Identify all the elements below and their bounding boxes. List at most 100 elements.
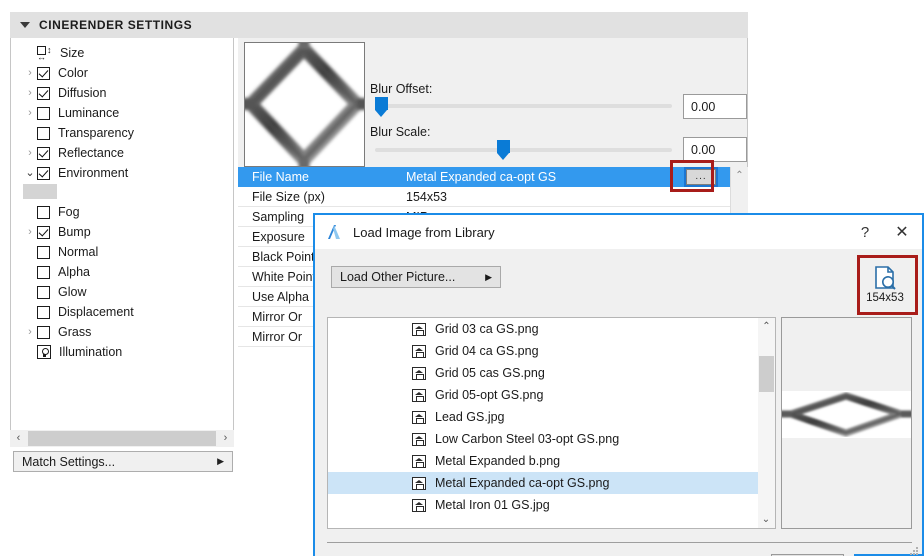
tree-group-spacer [11, 184, 233, 202]
list-item[interactable]: Grid 05-opt GS.png [328, 384, 769, 406]
match-settings-label: Match Settings... [22, 454, 116, 469]
checkbox-fog[interactable] [37, 205, 50, 219]
chevron-down-icon[interactable]: ⌄ [23, 167, 37, 179]
scrollbar-thumb[interactable] [28, 431, 216, 446]
checkbox-luminance[interactable] [37, 106, 50, 120]
chevron-right-icon[interactable]: › [23, 107, 37, 119]
tree-item-label: Fog [58, 205, 80, 219]
image-preview-panel [781, 317, 912, 529]
browse-file-button[interactable]: ... [684, 167, 718, 187]
page-title: CINERENDER SETTINGS [39, 18, 193, 32]
environment-color-swatch[interactable] [23, 184, 57, 199]
chevron-right-icon[interactable]: › [23, 147, 37, 159]
tree-item-normal[interactable]: Normal [11, 242, 233, 262]
library-object-icon [412, 498, 426, 512]
scroll-right-icon[interactable]: › [217, 430, 234, 447]
file-list-scrollbar[interactable]: ⌃ ⌄ [758, 317, 776, 529]
checkbox-alpha[interactable] [37, 265, 50, 279]
scroll-up-icon[interactable]: ⌃ [731, 167, 748, 181]
checkbox-diffusion[interactable] [37, 86, 50, 100]
checkbox-transparency[interactable] [37, 126, 50, 140]
checkbox-grass[interactable] [37, 325, 50, 339]
table-row[interactable]: File Size (px) 154x53 [238, 187, 730, 207]
channel-tree-panel: ↕ ↔ Size › Color › Diffusion › Luminance Transpar… [10, 38, 234, 438]
checkbox-normal[interactable] [37, 245, 50, 259]
tree-item-bump[interactable]: › Bump [11, 222, 233, 242]
tree-item-glow[interactable]: Glow [11, 282, 233, 302]
list-item[interactable]: Grid 03 ca GS.png [328, 318, 769, 340]
checkbox-bump[interactable] [37, 225, 50, 239]
tree-item-size[interactable]: ↕ ↔ Size [11, 43, 233, 63]
scroll-left-icon[interactable]: ‹ [10, 430, 27, 447]
checkbox-environment[interactable] [37, 166, 50, 180]
checkbox-color[interactable] [37, 66, 50, 80]
tree-item-color[interactable]: › Color [11, 63, 233, 83]
scroll-down-icon[interactable]: ⌄ [758, 511, 774, 528]
help-icon[interactable]: ? [848, 224, 882, 241]
match-settings-button[interactable]: Match Settings... ▶ [13, 451, 233, 472]
chevron-right-icon: ▶ [485, 271, 492, 282]
checkbox-reflectance[interactable] [37, 146, 50, 160]
image-size-badge[interactable]: 154x53 [856, 257, 914, 311]
library-object-icon [412, 344, 426, 358]
tree-item-label: Transparency [58, 126, 134, 140]
tree-item-label: Size [60, 46, 85, 60]
close-icon[interactable]: ✕ [882, 222, 922, 242]
tree-item-transparency[interactable]: Transparency [11, 123, 233, 143]
checkbox-glow[interactable] [37, 285, 50, 299]
texture-preview-thumbnail [244, 42, 365, 167]
blur-offset-track[interactable] [375, 104, 672, 108]
scroll-up-icon[interactable]: ⌃ [758, 318, 775, 335]
tree-item-label: Luminance [58, 106, 120, 120]
tree-item-diffusion[interactable]: › Diffusion [11, 83, 233, 103]
list-item[interactable]: Grid 05 cas GS.png [328, 362, 769, 384]
load-image-from-library-dialog: Load Image from Library ? ✕ Load Other P… [313, 213, 924, 556]
library-object-icon [412, 366, 426, 380]
chevron-right-icon[interactable]: › [23, 326, 37, 338]
library-object-icon [412, 388, 426, 402]
resize-grip-icon[interactable] [909, 546, 919, 556]
blur-offset-label: Blur Offset: [370, 82, 433, 96]
tree-item-grass[interactable]: › Grass [11, 322, 233, 342]
scrollbar-thumb[interactable] [759, 356, 774, 392]
list-item[interactable]: Metal Expanded ca-opt GS.png [328, 472, 769, 494]
file-name-label: Grid 05 cas GS.png [435, 366, 545, 380]
list-item[interactable]: Metal Expanded b.png [328, 450, 769, 472]
tree-item-label: Bump [58, 225, 91, 239]
tree-item-label: Normal [58, 245, 99, 259]
property-key: File Size (px) [252, 189, 325, 204]
blur-offset-value-input[interactable]: 0.00 [683, 94, 747, 119]
blur-offset-handle[interactable] [375, 97, 388, 117]
property-key: File Name [252, 170, 309, 184]
tree-item-alpha[interactable]: Alpha [11, 262, 233, 282]
tree-item-environment[interactable]: ⌄ Environment [11, 163, 233, 183]
file-name-label: Metal Expanded ca-opt GS.png [435, 476, 610, 490]
list-item[interactable]: Lead GS.jpg [328, 406, 769, 428]
cinerender-settings-header[interactable]: CINERENDER SETTINGS [10, 12, 748, 38]
tree-horizontal-scrollbar[interactable]: ‹ › [10, 430, 234, 447]
tree-item-reflectance[interactable]: › Reflectance [11, 143, 233, 163]
library-file-list[interactable]: Grid 03 ca GS.png Grid 04 ca GS.png Grid 0… [327, 317, 770, 529]
blur-scale-value-input[interactable]: 0.00 [683, 137, 747, 162]
chevron-right-icon[interactable]: › [23, 87, 37, 99]
library-object-icon [412, 454, 426, 468]
table-row[interactable]: File Name Metal Expanded ca-opt GS... [238, 167, 730, 187]
property-value: 154x53 [406, 189, 448, 204]
list-item[interactable]: Grid 04 ca GS.png [328, 340, 769, 362]
property-value: Metal Expanded ca-opt GS [406, 170, 557, 184]
tree-item-label: Environment [58, 166, 129, 180]
file-name-label: Grid 05-opt GS.png [435, 388, 544, 402]
load-other-picture-button[interactable]: Load Other Picture... ▶ [331, 266, 501, 288]
list-item[interactable]: Low Carbon Steel 03-opt GS.png [328, 428, 769, 450]
tree-item-displacement[interactable]: Displacement [11, 302, 233, 322]
tree-item-luminance[interactable]: › Luminance [11, 103, 233, 123]
checkbox-displacement[interactable] [37, 305, 50, 319]
library-object-icon [412, 410, 426, 424]
tree-item-fog[interactable]: Fog [11, 202, 233, 222]
chevron-right-icon[interactable]: › [23, 226, 37, 238]
blur-scale-track[interactable] [375, 148, 672, 152]
tree-item-illumination[interactable]: Illumination [11, 342, 233, 362]
blur-scale-handle[interactable] [497, 140, 511, 160]
list-item[interactable]: Metal Iron 01 GS.jpg [328, 494, 769, 516]
chevron-right-icon[interactable]: › [23, 67, 37, 79]
